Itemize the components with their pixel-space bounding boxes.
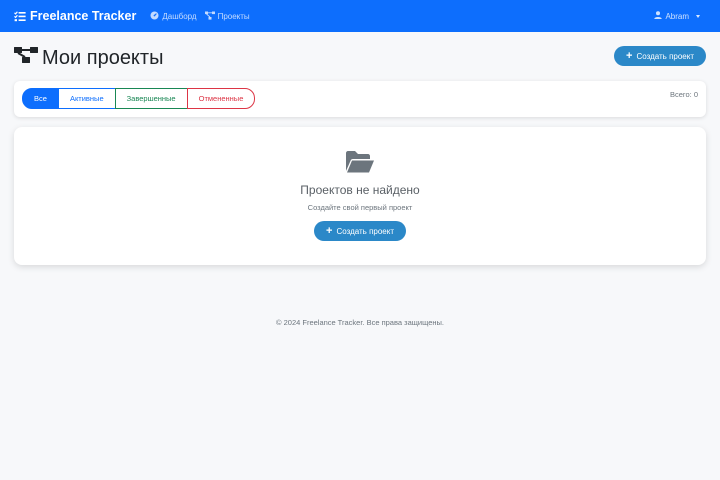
page-title: Мои проекты [14,45,163,71]
create-first-project-button[interactable]: + Создать проект [314,221,406,241]
page-header: Мои проекты + Создать проект [14,44,706,72]
create-project-label: Создать проект [336,226,394,236]
tasks-icon [14,10,26,22]
empty-state-card: Проектов не найдено Создайте свой первый… [14,127,706,265]
project-diagram-icon [204,11,215,22]
filter-completed-button[interactable]: Завершенные [114,88,188,109]
user-name: Abram [665,11,689,21]
chevron-down-icon [696,14,700,18]
project-diagram-icon [14,45,38,71]
total-count: Всего: 0 [669,90,698,99]
plus-icon: + [326,224,333,237]
folder-open-icon [345,150,375,179]
brand-link[interactable]: Freelance Tracker [14,9,136,23]
dashboard-icon [150,11,159,22]
filter-all-button[interactable]: Все [22,88,59,109]
nav-link-projects[interactable]: Проекты [204,11,250,22]
create-project-label: Создать проект [636,51,694,61]
plus-icon: + [626,49,633,62]
create-project-button[interactable]: + Создать проект [614,46,706,66]
filter-cancelled-button[interactable]: Отмененные [186,88,256,109]
nav-link-label: Дашборд [162,11,197,21]
empty-state-title: Проектов не найдено [300,183,420,197]
footer-copyright: © 2024 Freelance Tracker. Все права защи… [276,318,444,327]
navbar: Freelance Tracker Дашборд Проекты Abram [0,0,720,32]
nav-link-dashboard[interactable]: Дашборд [150,11,197,22]
filter-active-button[interactable]: Активные [57,88,116,109]
empty-state-subtitle: Создайте свой первый проект [307,203,413,212]
user-icon [654,11,663,21]
filter-card: Все Активные Завершенные Отмененные Всег… [14,81,706,117]
page-title-label: Мои проекты [42,46,164,69]
nav-link-label: Проекты [217,11,250,21]
brand-label: Freelance Tracker [30,9,137,23]
status-filter-group: Все Активные Завершенные Отмененные [22,88,256,109]
user-dropdown[interactable]: Abram [654,0,700,32]
